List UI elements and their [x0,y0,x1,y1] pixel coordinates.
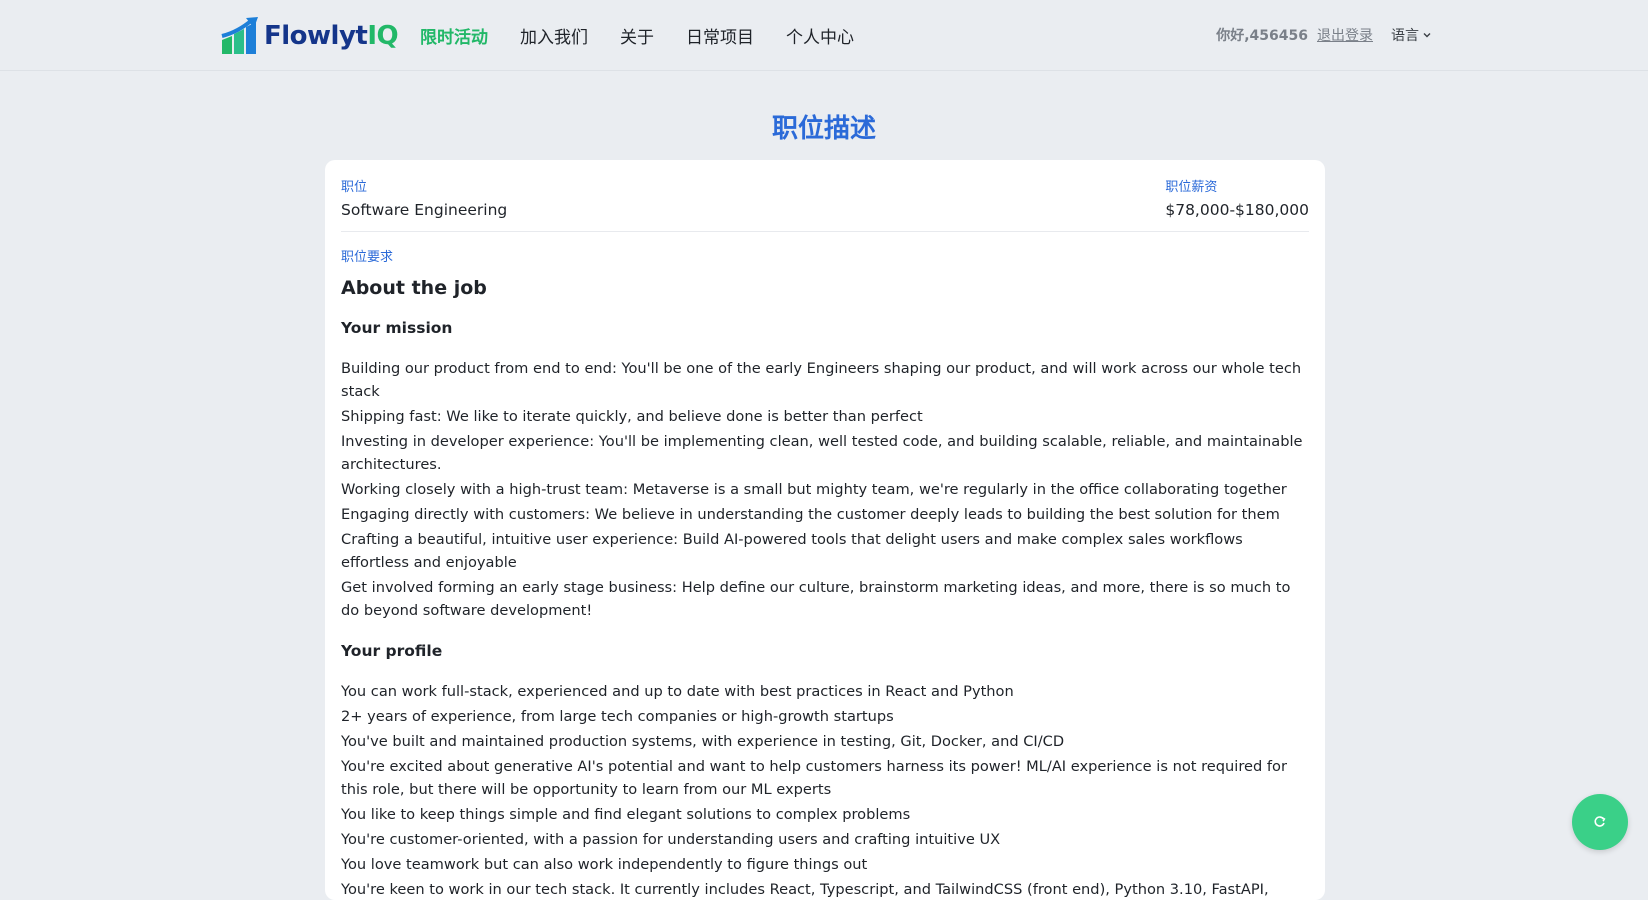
salary-value: $78,000-$180,000 [1165,201,1309,219]
requirements-label: 职位要求 [341,250,394,265]
mission-heading: Your mission [341,319,453,337]
list-item: 2+ years of experience, from large tech … [341,708,894,725]
list-item: You've built and maintained production s… [341,733,1065,750]
salary-block: 职位薪资 $78,000-$180,000 [1165,176,1309,219]
position-label: 职位 [341,180,368,195]
logo-text-flowlyt: Flowlyt [264,21,368,51]
user-greeting: 你好,456456 [1216,28,1308,44]
nav-item-join-us[interactable]: 加入我们 [520,23,588,48]
position-value: Software Engineering [341,201,508,219]
list-item: Shipping fast: We like to iterate quickl… [341,408,923,425]
logo-text-iq: IQ [367,21,399,51]
profile-heading: Your profile [341,642,443,660]
list-item: You're keen to work in our tech stack. I… [341,881,1269,898]
job-card: 职位 Software Engineering 职位薪资 $78,000-$18… [325,160,1325,900]
mission-list: Building our product from end to end: Yo… [341,357,1309,622]
list-item: Working closely with a high-trust team: … [341,481,1287,498]
main-nav: 限时活动 加入我们 关于 日常项目 个人中心 [420,0,886,70]
nav-item-daily-projects[interactable]: 日常项目 [686,23,754,48]
floating-action-button[interactable] [1572,794,1628,850]
chevron-down-icon [1423,33,1431,38]
logo[interactable]: FlowlytIQ [220,15,399,57]
user-area: 你好,456456 退出登录 语言 [1216,0,1432,70]
logout-link[interactable]: 退出登录 [1317,25,1373,45]
logo-chart-icon [221,17,258,54]
nav-item-about[interactable]: 关于 [620,23,654,48]
list-item: Investing in developer experience: You'l… [341,433,1303,473]
nav-item-promotions[interactable]: 限时活动 [420,23,488,48]
list-item: You can work full-stack, experienced and… [341,683,1014,700]
list-item: You're excited about generative AI's pot… [341,758,1287,798]
about-heading: About the job [341,277,487,299]
nav-item-personal-center[interactable]: 个人中心 [786,23,854,48]
list-item: Engaging directly with customers: We bel… [341,506,1280,523]
list-item: Get involved forming an early stage busi… [341,579,1291,619]
list-item: Building our product from end to end: Yo… [341,360,1302,400]
top-header: FlowlytIQ 限时活动 加入我们 关于 日常项目 个人中心 你好,4564… [0,0,1648,71]
list-item: Crafting a beautiful, intuitive user exp… [341,531,1243,571]
list-item: You're customer-oriented, with a passion… [341,831,1001,848]
list-item: You like to keep things simple and find … [341,806,911,823]
salary-label: 职位薪资 [1165,180,1218,195]
position-block: 职位 Software Engineering [341,176,507,219]
page-title: 职位描述 [771,114,876,144]
refresh-icon [1594,816,1606,827]
language-label: 语言 [1391,28,1419,44]
job-meta: 职位 Software Engineering 职位薪资 $78,000-$18… [341,176,1309,232]
profile-list: You can work full-stack, experienced and… [341,680,1309,900]
language-selector[interactable]: 语言 [1391,25,1432,45]
list-item: You love teamwork but can also work inde… [341,856,868,873]
